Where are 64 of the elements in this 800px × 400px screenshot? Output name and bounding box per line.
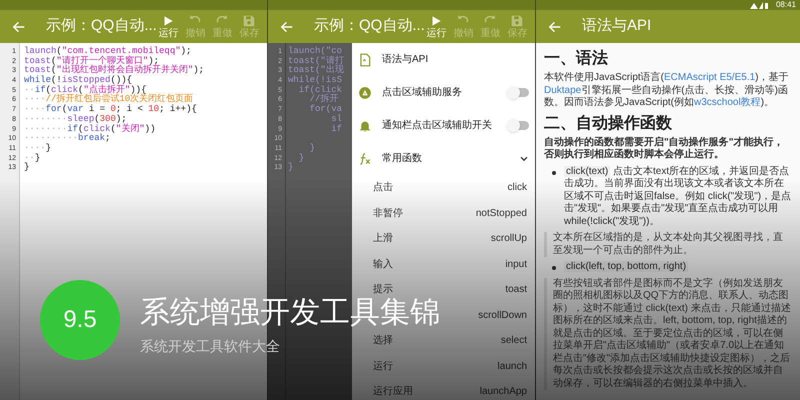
toolbar-title: 示例：QQ自动... xyxy=(314,16,425,36)
code-line: sl xyxy=(330,114,344,124)
code-line: if xyxy=(330,124,344,134)
function-item[interactable]: 点击 click xyxy=(358,175,529,200)
list-item: click(left, top, bottom, right) xyxy=(564,261,688,274)
toolbar-button[interactable]: 运行 xyxy=(424,14,448,39)
drawer-item[interactable]: 常用函数 xyxy=(358,142,529,175)
code-line: ····//拆开红包后尝试10次关闭红包页面 xyxy=(24,95,194,104)
toggle-switch[interactable] xyxy=(507,88,529,97)
code-line: } xyxy=(24,163,30,173)
toolbar-title: 示例：QQ自动... xyxy=(46,16,157,36)
list-item: click(text) 点击文本text所在的区域，并返回是否点击成功。当前界面没有出现该文本或者该文本所在区域不可点击时返回false。例如 click("发现")，是点击"发现"。如果要点击"发现"直至点击成功可以用 while(!click("发现"))。 xyxy=(564,166,792,228)
paragraph: 本软件使用JavaScript语言(ECMAscript E5/E5.1)，基于 Duktape引擎拓展一些自动操作(点击、长按、滑动等)函数。因而语法参见JavaScript(例如w3cschool教程)。 xyxy=(544,72,790,110)
function-item[interactable]: 运行应用 launchApp xyxy=(358,379,529,400)
code-line: while(!isS xyxy=(288,76,344,86)
back-arrow-icon[interactable] xyxy=(12,20,26,34)
function-item[interactable]: 输入 input xyxy=(358,252,529,277)
paragraph: 自动操作的函数都需要开启"自动操作服务"才能执行，否则执行到相应函数时脚本会停止运行。 xyxy=(544,136,784,162)
code-line: toast("出现红包时将会自动拆开并关闭"); xyxy=(24,66,206,76)
code-line: toast("请打开一个聊天窗口"); xyxy=(24,56,160,66)
toolbar-button[interactable]: 运行 xyxy=(156,14,180,39)
banner-subtitle: 系统开发工具软件大全 xyxy=(140,338,280,354)
function-item[interactable]: 非暂停 notStopped xyxy=(358,200,529,226)
code-line: ··if(click("点击拆开")){ xyxy=(24,86,146,95)
code-line: toast("请打 xyxy=(288,56,345,66)
code-line: for(va xyxy=(308,105,344,114)
code-line: } xyxy=(298,154,306,164)
back-arrow-icon[interactable] xyxy=(280,20,294,34)
save-icon xyxy=(510,14,524,28)
toggle-switch[interactable] xyxy=(507,121,529,130)
code-line: toast("出现 xyxy=(288,66,345,76)
bullet-icon xyxy=(552,266,556,270)
function-icon xyxy=(358,152,372,166)
code-line: ··········break; xyxy=(24,134,112,144)
code-line: launch("com.tencent.mobileqq"); xyxy=(24,47,192,56)
quote-block: 文本所在区域指的是，从文本处向其父视图寻找，直至发现一个可点击的部件为止。 xyxy=(544,232,792,257)
document-icon xyxy=(358,52,372,66)
code-line: launch("co xyxy=(288,47,342,56)
code-line: if(click xyxy=(298,86,344,95)
code-line: ····} xyxy=(24,144,52,154)
code-line: } xyxy=(308,144,316,154)
bell-icon xyxy=(358,118,372,132)
function-item[interactable]: 上滑 scrollUp xyxy=(358,226,529,252)
bullet-icon xyxy=(552,170,556,174)
code-line: ········if(click("关闭")) xyxy=(24,124,156,134)
back-arrow-icon[interactable] xyxy=(548,20,562,34)
status-time: 08:41 xyxy=(776,1,796,9)
drawer-item[interactable]: 通知栏点击区域辅助开关 xyxy=(358,109,529,142)
toolbar-title: 语法与API xyxy=(582,16,652,36)
drawer-item[interactable]: 语法与API xyxy=(358,43,529,76)
code-line: ····for(var i = 0; i < 10; i++){ xyxy=(24,105,198,114)
save-icon xyxy=(242,14,256,28)
code-line: while(!isStopped()){ xyxy=(24,76,134,86)
quote-block: 有些按钮或者部件是图标而不是文字（例如发送朋友圈的照相机图标以及QQ下方的消息、联系人、动态图标），这时不能通过 click(text) 来点击，只能通过描述图标所在的区域来点击。left, bottom, top, right描述的就是点击的区域。至于要定位点击的区域，可以在侧拉菜单开启"点击区域辅助"（或者安卓7.0以上在通知栏点击"修改"添加点击区域辅助快捷设定图标），之后每次点击或长按都会提示这次点击或长按的区域并自动保存，可以在编辑器的右侧拉菜单中插入。 xyxy=(544,278,792,390)
code-line: //拆开 xyxy=(310,95,338,104)
function-item[interactable]: 选择 select xyxy=(358,328,529,354)
drawer-item[interactable]: 点击区域辅助服务 xyxy=(358,76,529,109)
section-heading: 一、语法 xyxy=(544,49,609,68)
code-line: ··} xyxy=(24,154,42,163)
touch-circle-icon xyxy=(358,86,372,100)
code-line: ········sleep(300); xyxy=(24,114,127,124)
section-heading: 二、自动操作函数 xyxy=(544,114,673,132)
function-item[interactable]: 运行 launch xyxy=(358,354,529,379)
code-line: } xyxy=(288,163,294,173)
